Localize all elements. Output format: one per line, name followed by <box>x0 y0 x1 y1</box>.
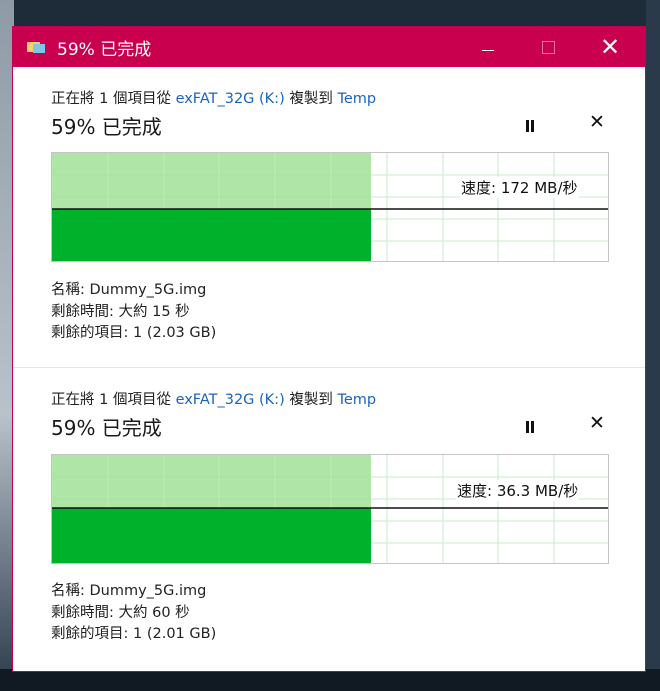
file-details: 名稱: Dummy_5G.img 剩餘時間: 大約 15 秒 剩餘的項目: 1 … <box>51 280 216 345</box>
progress-fill-light <box>52 455 371 508</box>
operation-description: 正在將 1 個項目從 exFAT_32G (K:) 複製到 Temp <box>51 388 376 409</box>
desktop-background-right <box>646 0 660 691</box>
items-remaining: 剩餘的項目: 1 (2.01 GB) <box>51 626 217 642</box>
speed-graph-chart <box>52 455 608 563</box>
speed-area-fill <box>52 209 371 261</box>
maximize-button[interactable] <box>519 27 577 67</box>
cancel-operation-button[interactable]: ✕ <box>589 111 605 133</box>
file-name: 名稱: Dummy_5G.img <box>51 282 207 298</box>
minimize-icon <box>482 49 494 51</box>
maximize-icon <box>541 40 555 54</box>
destination-link[interactable]: Temp <box>337 392 376 408</box>
pause-button[interactable] <box>525 421 535 433</box>
source-link[interactable]: exFAT_32G (K:) <box>176 392 285 408</box>
speed-graph: 速度: 172 MB/秒 <box>51 152 609 262</box>
items-remaining: 剩餘的項目: 1 (2.03 GB) <box>51 325 217 341</box>
time-remaining: 剩餘時間: 大約 15 秒 <box>51 303 190 320</box>
cancel-operation-button[interactable]: ✕ <box>589 412 605 434</box>
time-remaining: 剩餘時間: 大約 60 秒 <box>51 604 190 621</box>
pause-button[interactable] <box>525 120 535 132</box>
close-window-button[interactable]: ✕ <box>581 27 639 67</box>
operation-description: 正在將 1 個項目從 exFAT_32G (K:) 複製到 Temp <box>51 87 376 108</box>
speed-area-fill <box>52 508 371 563</box>
speed-label: 速度: 36.3 MB/秒 <box>456 480 580 501</box>
title-bar[interactable]: 59% 已完成 ✕ <box>13 27 645 67</box>
description-prefix: 正在將 1 個項目從 <box>51 392 171 408</box>
copy-operation-2: 正在將 1 個項目從 exFAT_32G (K:) 複製到 Temp 59% 已… <box>13 367 645 668</box>
source-link[interactable]: exFAT_32G (K:) <box>176 91 285 107</box>
description-middle: 複製到 <box>289 392 333 408</box>
close-icon: ✕ <box>599 33 621 61</box>
percent-complete: 59% 已完成 <box>51 115 162 139</box>
progress-fill-light <box>52 153 371 209</box>
description-prefix: 正在將 1 個項目從 <box>51 91 171 107</box>
file-details: 名稱: Dummy_5G.img 剩餘時間: 大約 60 秒 剩餘的項目: 1 … <box>51 581 216 646</box>
copy-operation-1: 正在將 1 個項目從 exFAT_32G (K:) 複製到 Temp 59% 已… <box>13 67 645 367</box>
speed-label: 速度: 172 MB/秒 <box>460 177 579 198</box>
window-title: 59% 已完成 <box>57 39 152 60</box>
file-name: 名稱: Dummy_5G.img <box>51 583 207 599</box>
destination-link[interactable]: Temp <box>337 91 376 107</box>
speed-graph-chart <box>52 153 608 261</box>
taskbar <box>0 669 660 691</box>
minimize-button[interactable] <box>459 27 517 67</box>
speed-graph: 速度: 36.3 MB/秒 <box>51 454 609 564</box>
description-middle: 複製到 <box>289 91 333 107</box>
cancel-icon: ✕ <box>589 412 605 434</box>
file-copy-icon <box>27 40 47 54</box>
copy-progress-window: 59% 已完成 ✕ 正在將 1 個項目從 exFAT_32G (K:) 複製到 … <box>12 26 646 672</box>
percent-complete: 59% 已完成 <box>51 416 162 440</box>
cancel-icon: ✕ <box>589 111 605 133</box>
